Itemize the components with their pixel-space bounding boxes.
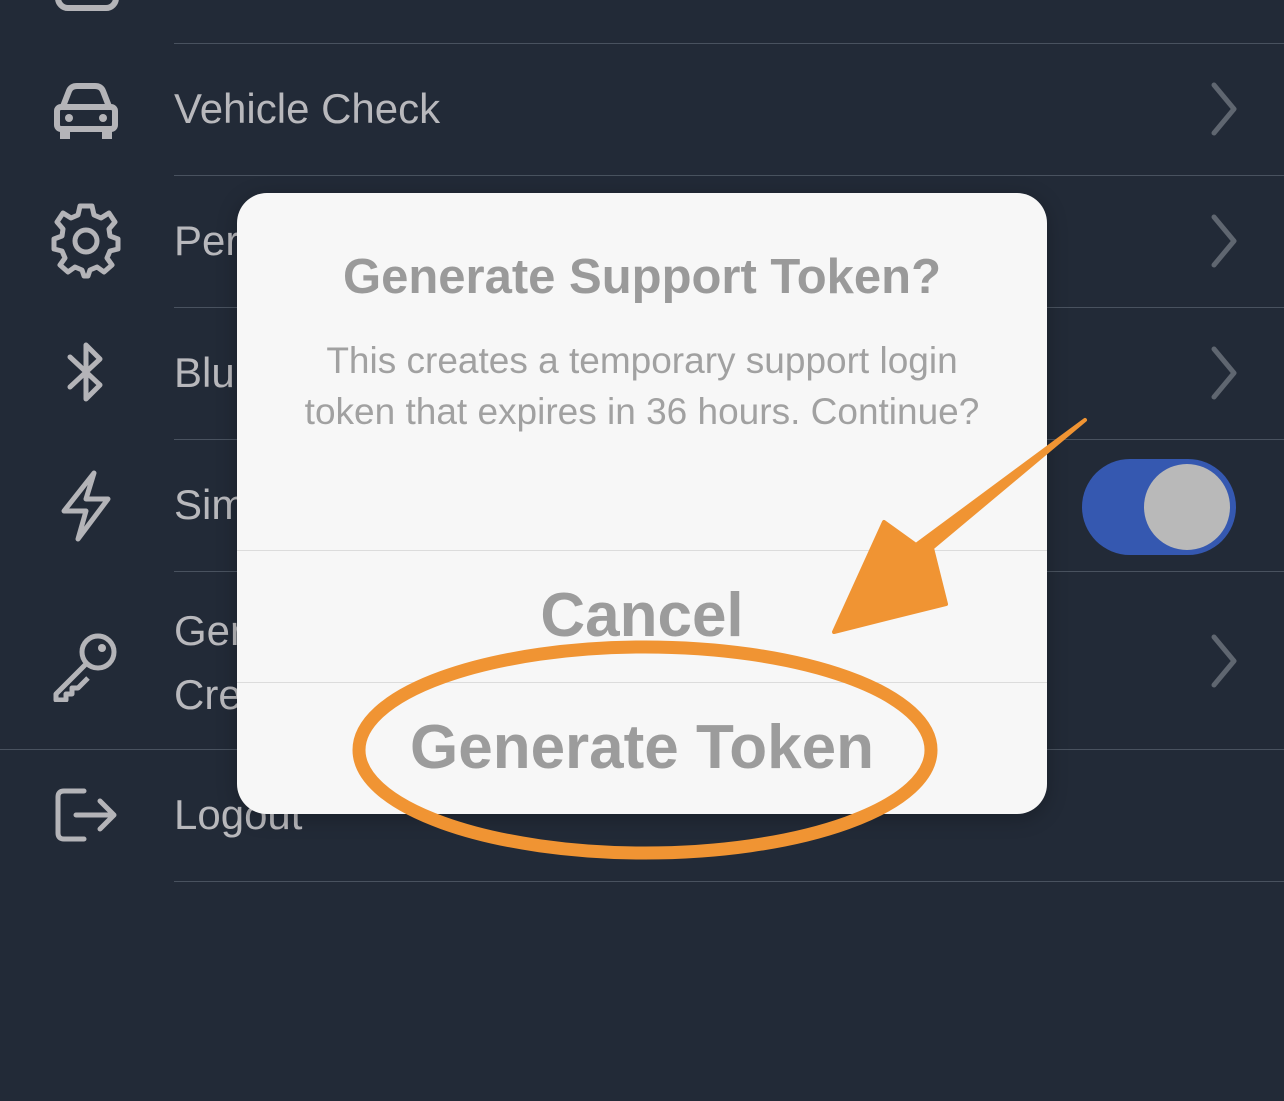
logout-icon [48, 777, 124, 853]
dialog-message: This creates a temporary support login t… [304, 340, 980, 432]
menu-item-label-line2: Cre [174, 671, 242, 718]
menu-item-vehicle-check[interactable]: Vehicle Check [0, 43, 1284, 175]
divider [174, 881, 1284, 882]
chevron-right-icon [1204, 211, 1244, 271]
generate-token-button[interactable]: Generate Token [237, 683, 1047, 813]
alert-dialog: Generate Support Token? This creates a t… [237, 193, 1047, 814]
menu-item-label: Blu [174, 349, 235, 396]
lightning-icon [48, 467, 124, 543]
menu-item-label: Per [174, 217, 240, 264]
key-icon [48, 626, 124, 703]
chevron-right-icon [1204, 631, 1244, 691]
menu-item-label: Sim [174, 481, 247, 528]
chevron-right-icon [1204, 343, 1244, 403]
dialog-title: Generate Support Token? [342, 250, 942, 304]
car-icon [48, 71, 124, 147]
bluetooth-icon [48, 335, 124, 411]
sim-toggle[interactable] [1082, 459, 1236, 555]
cancel-button[interactable]: Cancel [237, 551, 1047, 681]
menu-item-label-line1: Ger [174, 607, 245, 654]
partial-top-icon [55, 0, 119, 12]
menu-item-label: Vehicle Check [174, 85, 441, 132]
chevron-right-icon [1204, 79, 1244, 139]
gear-icon [48, 203, 124, 279]
toggle-knob [1144, 464, 1230, 550]
